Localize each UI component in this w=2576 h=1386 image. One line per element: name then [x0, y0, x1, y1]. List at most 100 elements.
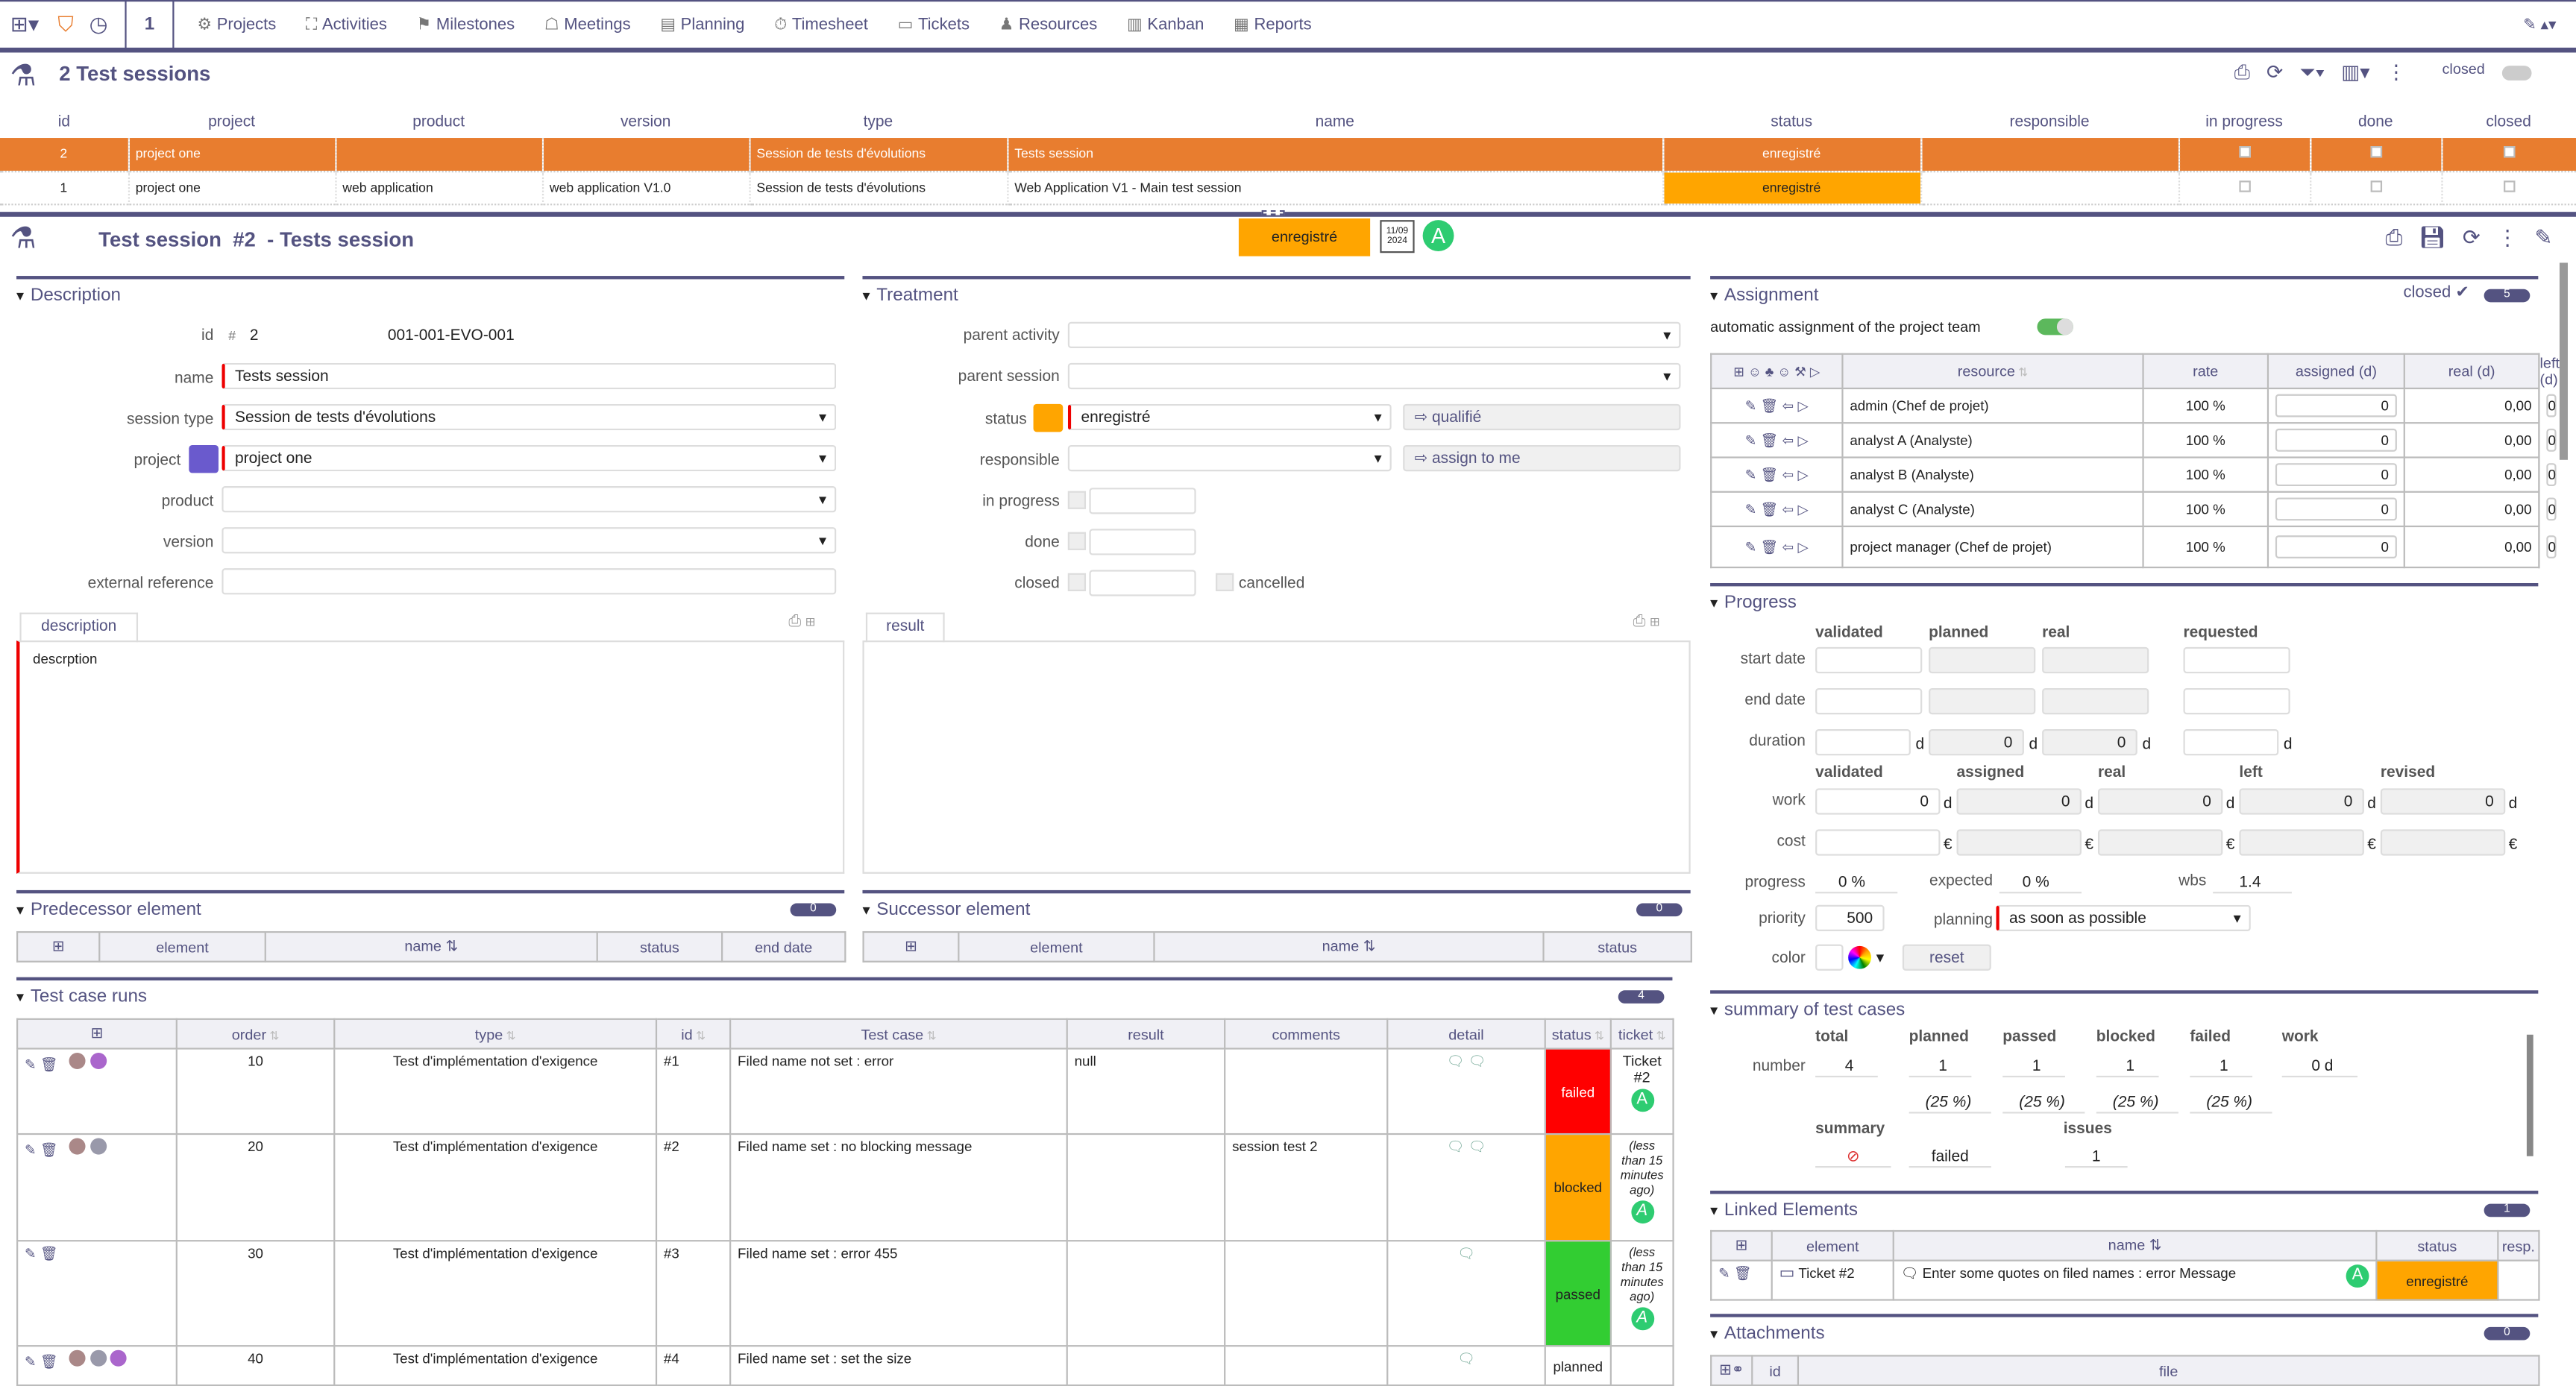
- color-input[interactable]: [1815, 944, 1844, 971]
- assignment-row[interactable]: ✎ 🗑︎ ⇦ ▷ project manager (Chef de projet)…: [1710, 525, 2557, 569]
- detail-icons[interactable]: 🗨︎ 🗨︎: [1386, 1133, 1546, 1242]
- parent-session-select[interactable]: [1067, 362, 1681, 390]
- section-header[interactable]: Linked Elements: [1710, 1194, 2538, 1226]
- col-header[interactable]: name: [1007, 105, 1662, 138]
- table-row[interactable]: ✎ 🗑︎ 30 Test d'implémentation d'exigence #…: [16, 1240, 1674, 1347]
- assign-to-me-button[interactable]: ⇨ assign to me: [1403, 444, 1681, 472]
- row-actions[interactable]: ✎ 🗑︎ ⇦ ▷: [1710, 525, 1844, 569]
- cancelled-checkbox[interactable]: [1216, 573, 1234, 592]
- detail-icons[interactable]: 🗨︎: [1386, 1345, 1546, 1386]
- edit-icon[interactable]: ✎: [25, 1245, 37, 1261]
- left-input[interactable]: 0: [2546, 535, 2557, 558]
- section-header[interactable]: Test case runs: [16, 980, 1672, 1013]
- delete-icon[interactable]: 🗑︎: [40, 1353, 58, 1370]
- action-icon[interactable]: [89, 1052, 107, 1070]
- assigned-input[interactable]: 0: [2275, 394, 2397, 418]
- auto-assignment-toggle[interactable]: [2037, 318, 2073, 336]
- work-real[interactable]: 0: [2097, 788, 2223, 815]
- work-revised[interactable]: 0: [2380, 788, 2506, 815]
- table-row[interactable]: ✎ 🗑︎ 20 Test d'implémentation d'exigence #…: [16, 1133, 1674, 1242]
- menu-resources[interactable]: ♟ Resources: [999, 16, 1098, 34]
- row-actions[interactable]: ✎ 🗑︎ ⇦ ▷: [1710, 422, 1844, 459]
- row-actions[interactable]: ✎ 🗑︎: [16, 1048, 178, 1135]
- action-icon[interactable]: [69, 1138, 87, 1155]
- row-actions[interactable]: ✎ 🗑︎: [16, 1133, 178, 1242]
- cost-left[interactable]: [2239, 829, 2364, 856]
- start-date-real[interactable]: [2042, 646, 2149, 674]
- row-actions[interactable]: ✎ 🗑︎ ⇦ ▷: [1710, 491, 1844, 528]
- start-date-validated[interactable]: [1815, 646, 1923, 674]
- summary-scrollbar[interactable]: [2526, 1034, 2533, 1156]
- in-progress-date[interactable]: [1089, 488, 1196, 514]
- detail-icons[interactable]: 🗨︎ 🗨︎: [1386, 1048, 1546, 1135]
- checkbox[interactable]: [2178, 138, 2311, 171]
- left-input[interactable]: 0: [2546, 497, 2557, 521]
- columns-icon[interactable]: ▥▾: [2341, 61, 2369, 86]
- table-row[interactable]: ✎ 🗑︎ 10 Test d'implémentation d'exigence #…: [16, 1048, 1674, 1135]
- version-select[interactable]: [222, 527, 837, 554]
- assigned-input[interactable]: 0: [2275, 497, 2397, 521]
- add-attachment-icon[interactable]: ⊞⚭: [1710, 1355, 1753, 1386]
- print-editor-icon[interactable]: ⎙ ⊞: [788, 613, 815, 631]
- col-header[interactable]: Test case ⇅: [729, 1018, 1068, 1050]
- bookmark-icon[interactable]: ⛉: [49, 11, 82, 37]
- checkbox[interactable]: [2178, 171, 2311, 204]
- print-icon[interactable]: ⎙: [2385, 225, 2402, 251]
- more-icon[interactable]: ⋮: [2497, 225, 2519, 251]
- closed-filter[interactable]: closed ✔: [2404, 284, 2469, 302]
- menu-milestones[interactable]: ⚑ Milestones: [417, 16, 515, 34]
- linked-row[interactable]: ✎ 🗑︎ ▭ Ticket #2 🗨︎ Enter some quotes on…: [1710, 1259, 2540, 1301]
- end-date-real[interactable]: [2042, 687, 2149, 715]
- cost-assigned[interactable]: [1956, 829, 2082, 856]
- duration-requested[interactable]: [2183, 729, 2279, 756]
- refresh-icon[interactable]: ⟳: [2463, 225, 2481, 251]
- col-header[interactable]: order ⇅: [175, 1018, 336, 1050]
- table-row[interactable]: ✎ 🗑︎ 40 Test d'implémentation d'exigence #…: [16, 1345, 1674, 1386]
- external-reference-input[interactable]: [222, 568, 837, 595]
- planning-select[interactable]: as soon as possible: [1996, 904, 2251, 931]
- menu-reports[interactable]: ▦ Reports: [1234, 16, 1312, 34]
- assignment-row[interactable]: ✎ 🗑︎ ⇦ ▷ analyst C (Analyste) 100 % 0 0,00 0: [1710, 491, 2557, 528]
- save-icon[interactable]: 💾︎: [2419, 225, 2445, 251]
- checkbox[interactable]: [2441, 171, 2576, 204]
- description-tab[interactable]: description: [19, 612, 139, 643]
- action-icon[interactable]: [69, 1052, 87, 1070]
- col-header[interactable]: id ⇅: [655, 1018, 732, 1050]
- cost-revised[interactable]: [2380, 829, 2506, 856]
- chevron-down-icon[interactable]: ▾: [1876, 949, 1885, 967]
- work-validated[interactable]: 0: [1815, 788, 1941, 815]
- project-select[interactable]: project one: [222, 444, 837, 472]
- col-header[interactable]: ticket ⇅: [1609, 1018, 1674, 1050]
- col-name[interactable]: name ⇅: [1153, 930, 1545, 963]
- add-icon[interactable]: ⊞: [862, 930, 960, 963]
- section-header[interactable]: Attachments: [1710, 1317, 2538, 1350]
- menu-kanban[interactable]: ▥ Kanban: [1127, 16, 1204, 34]
- delete-icon[interactable]: 🗑︎: [40, 1245, 58, 1261]
- col-header[interactable]: version: [542, 105, 750, 138]
- menu-projects[interactable]: ⚙ Projects: [197, 16, 276, 34]
- col-header[interactable]: resource ⇅: [1841, 353, 2144, 390]
- assigned-input[interactable]: 0: [2275, 535, 2397, 558]
- duration-planned[interactable]: 0: [1929, 729, 2024, 756]
- menu-timesheet[interactable]: ⏱ Timesheet: [774, 16, 868, 34]
- assignment-row[interactable]: ✎ 🗑︎ ⇦ ▷ analyst B (Analyste) 100 % 0 0,00 0: [1710, 456, 2557, 493]
- history-icon[interactable]: ◷: [82, 11, 115, 37]
- row-actions[interactable]: ✎ 🗑︎ ⇦ ▷: [1710, 387, 1844, 424]
- ticket-label[interactable]: Ticket #2: [1618, 1053, 1666, 1086]
- session-type-select[interactable]: Session de tests d'évolutions: [222, 403, 837, 431]
- counter[interactable]: 1: [127, 15, 173, 34]
- edit-icon[interactable]: ✎ ▴▾: [2523, 16, 2556, 34]
- description-editor[interactable]: descrption: [16, 640, 845, 874]
- assigned-input[interactable]: 0: [2275, 463, 2397, 487]
- row-actions[interactable]: ✎ 🗑︎ ⇦ ▷: [1710, 456, 1844, 493]
- table-row[interactable]: 1 project one web application web applicati…: [0, 171, 2576, 204]
- action-icon[interactable]: [69, 1349, 87, 1367]
- splitter-handle[interactable]: [1261, 210, 1285, 215]
- more-icon[interactable]: ⋮: [2387, 61, 2406, 86]
- menu-planning[interactable]: ▤ Planning: [660, 16, 744, 34]
- responsible-select[interactable]: [1067, 444, 1392, 472]
- section-header[interactable]: Treatment: [862, 279, 1690, 312]
- assignment-row[interactable]: ✎ 🗑︎ ⇦ ▷ admin (Chef de projet) 100 % 0 0,00…: [1710, 387, 2557, 424]
- name-input[interactable]: Tests session: [222, 362, 837, 390]
- row-actions[interactable]: ✎ 🗑︎: [16, 1240, 178, 1347]
